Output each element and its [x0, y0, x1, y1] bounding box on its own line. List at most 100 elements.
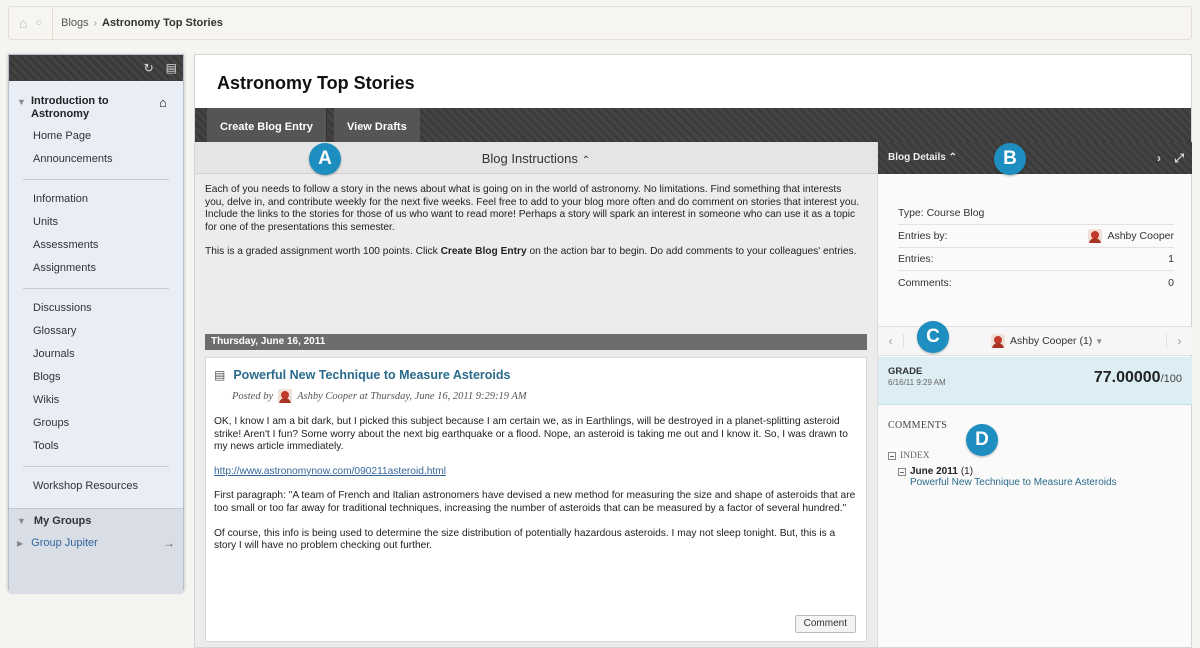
main-content: Astronomy Top Stories Create Blog Entry …: [194, 54, 1192, 648]
group-name[interactable]: Group Jupiter: [31, 537, 98, 549]
course-home-icon[interactable]: ⌂: [159, 95, 167, 110]
blog-details: Type: Course Blog Entries by: Ashby Coop…: [898, 202, 1174, 294]
entry-timestamp: at Thursday, June 16, 2011 9:29:19 AM: [359, 390, 527, 402]
menu-item-groups[interactable]: Groups: [9, 412, 183, 435]
grade-label: GRADE: [888, 366, 923, 377]
blog-instructions-header[interactable]: Blog Instructions ⌃: [195, 142, 877, 174]
user-selector[interactable]: Ashby Cooper (1) ▼: [986, 334, 1103, 348]
menu-item-blogs[interactable]: Blogs: [9, 366, 183, 389]
refresh-icon[interactable]: ↻: [144, 61, 154, 75]
menu-divider: [23, 179, 169, 180]
course-title[interactable]: Introduction to Astronomy: [31, 95, 153, 121]
chevron-up-icon[interactable]: ⌃: [949, 152, 957, 163]
blog-instructions-body: Each of you needs to follow a story in t…: [205, 184, 861, 271]
index-entry-link[interactable]: Powerful New Technique to Measure Astero…: [910, 477, 1178, 488]
menu-divider: [23, 466, 169, 467]
breadcrumb-bar: ⌂ ○ Blogs › Astronomy Top Stories: [8, 6, 1192, 40]
page-title: Astronomy Top Stories: [217, 73, 415, 93]
grade-value: 77.00000/100: [1093, 369, 1182, 386]
instructions-paragraph: This is a graded assignment worth 100 po…: [205, 246, 857, 258]
entry-byline: Posted by Ashby Cooper at Thursday, June…: [232, 389, 527, 403]
entry-paragraph: Of course, this info is being used to de…: [214, 527, 836, 552]
menu-item-glossary[interactable]: Glossary: [9, 320, 183, 343]
entry-author: Ashby Cooper: [297, 390, 357, 402]
avatar: [1088, 229, 1103, 243]
avatar: [991, 334, 1005, 348]
menu-item-journals[interactable]: Journals: [9, 343, 183, 366]
menu-item-home-page[interactable]: Home Page: [9, 125, 183, 148]
menu-item-assignments[interactable]: Assignments: [9, 257, 183, 280]
chevron-up-icon[interactable]: ⌃: [582, 155, 590, 166]
course-menu-toolbar: ↻ ▤: [9, 55, 183, 81]
action-bar: Create Blog Entry View Drafts: [195, 108, 1191, 142]
callout-marker-a: A: [309, 143, 341, 175]
course-menu: ↻ ▤ ▼ Introduction to Astronomy ⌂ Home P…: [8, 54, 184, 594]
menu-item-information[interactable]: Information: [9, 188, 183, 211]
folder-icon[interactable]: ▤: [166, 61, 177, 75]
arrow-right-icon[interactable]: →: [163, 536, 175, 550]
callout-marker-d: D: [966, 424, 998, 456]
blog-content-pane: Blog Instructions ⌃ Each of you needs to …: [195, 142, 877, 647]
callout-marker-b: B: [994, 143, 1026, 175]
details-type-row: Type: Course Blog: [898, 202, 1174, 225]
collapse-box-icon[interactable]: [888, 452, 896, 460]
my-groups-panel: ▼ My Groups ▶ Group Jupiter →: [9, 508, 183, 594]
next-user-icon[interactable]: ›: [1166, 334, 1192, 348]
collapse-box-icon[interactable]: [898, 467, 906, 476]
entry-date-header: Thursday, June 16, 2011: [205, 334, 867, 350]
chevron-right-icon[interactable]: ›: [1157, 151, 1161, 165]
chevron-down-icon[interactable]: ▼: [1095, 337, 1103, 346]
comment-button[interactable]: Comment: [794, 615, 856, 633]
menu-item-assessments[interactable]: Assessments: [9, 234, 183, 257]
breadcrumb-current: Astronomy Top Stories: [102, 17, 223, 29]
blog-entry: ▤ Powerful New Technique to Measure Aste…: [205, 357, 867, 642]
menu-item-tools[interactable]: Tools: [9, 435, 183, 458]
blog-type: Type: Course Blog: [898, 207, 985, 219]
create-blog-entry-button[interactable]: Create Blog Entry: [207, 108, 327, 142]
entry-paragraph: First paragraph: "A team of French and I…: [214, 490, 856, 514]
document-icon: ▤: [214, 368, 226, 382]
menu-item-announcements[interactable]: Announcements: [9, 148, 183, 171]
details-entries-by-row: Entries by: Ashby Cooper: [898, 225, 1174, 248]
comments-count: 0: [1168, 276, 1174, 289]
comments-header: COMMENTS: [888, 420, 948, 431]
grade-date: 6/16/11 9:29 AM: [888, 378, 946, 387]
comments-section: COMMENTS INDEX June 2011 (1) Powerful New…: [888, 420, 1178, 488]
breadcrumb-separator: ›: [93, 17, 97, 29]
refresh-icon[interactable]: ○: [35, 17, 42, 29]
blog-details-pane: Blog Details ⌃ › ⤢ Type: Course Blog Ent…: [877, 142, 1192, 647]
details-comments-row: Comments: 0: [898, 276, 1174, 289]
collapse-triangle-icon[interactable]: ▼: [17, 516, 26, 526]
my-groups-header[interactable]: ▼ My Groups: [17, 515, 175, 527]
entry-paragraph: OK, I know I am a bit dark, but I picked…: [214, 416, 848, 453]
details-entries-row: Entries: 1: [898, 248, 1174, 271]
avatar: [278, 389, 293, 403]
view-drafts-button[interactable]: View Drafts: [334, 108, 420, 142]
entry-body: OK, I know I am a bit dark, but I picked…: [214, 416, 858, 565]
index-month[interactable]: June 2011 (1): [898, 466, 1178, 477]
home-icon[interactable]: ⌂: [19, 15, 27, 31]
article-link[interactable]: http://www.astronomynow.com/090211astero…: [214, 466, 446, 477]
group-item-jupiter[interactable]: ▶ Group Jupiter →: [17, 536, 175, 550]
menu-item-discussions[interactable]: Discussions: [9, 297, 183, 320]
menu-item-workshop-resources[interactable]: Workshop Resources: [9, 475, 183, 498]
expand-triangle-icon[interactable]: ▶: [17, 539, 23, 548]
course-title-row[interactable]: ▼ Introduction to Astronomy ⌂: [9, 81, 183, 121]
blog-details-header[interactable]: Blog Details ⌃ › ⤢: [878, 142, 1192, 174]
callout-marker-c: C: [917, 321, 949, 353]
entries-by-user: Ashby Cooper: [1107, 230, 1174, 242]
collapse-triangle-icon[interactable]: ▼: [17, 97, 31, 107]
grade-panel[interactable]: GRADE 6/16/11 9:29 AM 77.00000/100: [878, 357, 1192, 405]
index-toggle[interactable]: INDEX: [888, 451, 1178, 461]
selected-user[interactable]: Ashby Cooper (1): [1010, 335, 1092, 347]
previous-user-icon[interactable]: ‹: [878, 334, 904, 348]
menu-item-units[interactable]: Units: [9, 211, 183, 234]
entry-title-row[interactable]: ▤ Powerful New Technique to Measure Aste…: [214, 368, 510, 382]
expand-icon[interactable]: ⤢: [1174, 151, 1184, 165]
menu-item-wikis[interactable]: Wikis: [9, 389, 183, 412]
instructions-paragraph: Each of you needs to follow a story in t…: [205, 184, 860, 233]
menu-divider: [23, 288, 169, 289]
entry-title[interactable]: Powerful New Technique to Measure Astero…: [233, 368, 510, 382]
breadcrumb-blogs[interactable]: Blogs: [61, 17, 89, 29]
entries-count: 1: [1168, 253, 1174, 265]
